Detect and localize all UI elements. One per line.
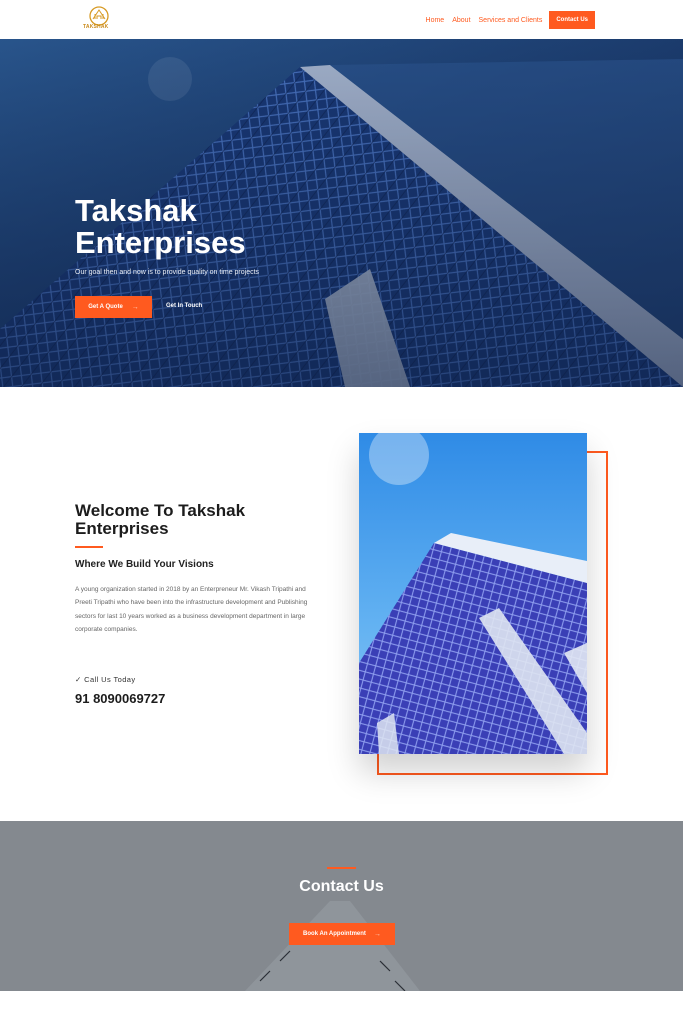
book-appointment-button[interactable]: Book An Appointment → (289, 923, 395, 945)
get-in-touch-link[interactable]: Get In Touch (166, 303, 202, 309)
phone-number[interactable]: 91 8090069727 (75, 691, 165, 706)
nav-services[interactable]: Services and Clients (479, 17, 543, 24)
welcome-divider (75, 546, 103, 548)
call-us-text: Call Us Today (84, 675, 136, 684)
get-quote-button[interactable]: Get A Quote → (75, 296, 152, 318)
contact-section: Contact Us Book An Appointment → (0, 821, 683, 991)
arrow-right-icon: → (131, 303, 139, 311)
contact-divider (327, 867, 356, 869)
phone-check-icon: ✓ (75, 675, 82, 684)
book-appointment-label: Book An Appointment (303, 931, 366, 937)
site-header: TAKSHAK Home About Services and Clients … (0, 0, 683, 39)
hero-subtitle: Our goal then and now is to provide qual… (75, 269, 260, 276)
nav-contact-button[interactable]: Contact Us (549, 11, 595, 29)
welcome-description: A young organization started in 2018 by … (75, 586, 308, 633)
welcome-title: Welcome To Takshak Enterprises (75, 502, 315, 538)
call-us-label: ✓ Call Us Today (75, 675, 136, 684)
hero-section: Takshak Enterprises Our goal then and no… (0, 39, 683, 387)
welcome-subtitle: Where We Build Your Visions (75, 559, 214, 570)
nav-home[interactable]: Home (426, 17, 445, 24)
arrow-right-icon: → (373, 930, 381, 938)
welcome-title-line1: Welcome To Takshak (75, 501, 246, 520)
welcome-title-line2: Enterprises (75, 519, 169, 538)
hero-title-line2: Enterprises (75, 225, 246, 260)
nav-about[interactable]: About (452, 17, 470, 24)
building-photo (359, 433, 587, 754)
get-quote-label: Get A Quote (88, 304, 123, 310)
contact-background-image (0, 821, 683, 991)
hero-title-line1: Takshak (75, 193, 197, 228)
hero-title: Takshak Enterprises (75, 195, 246, 259)
main-nav: Home About Services and Clients Contact … (418, 10, 595, 30)
building-photo-image (359, 433, 587, 754)
contact-title: Contact Us (299, 878, 384, 895)
logo-text: TAKSHAK (83, 24, 109, 30)
